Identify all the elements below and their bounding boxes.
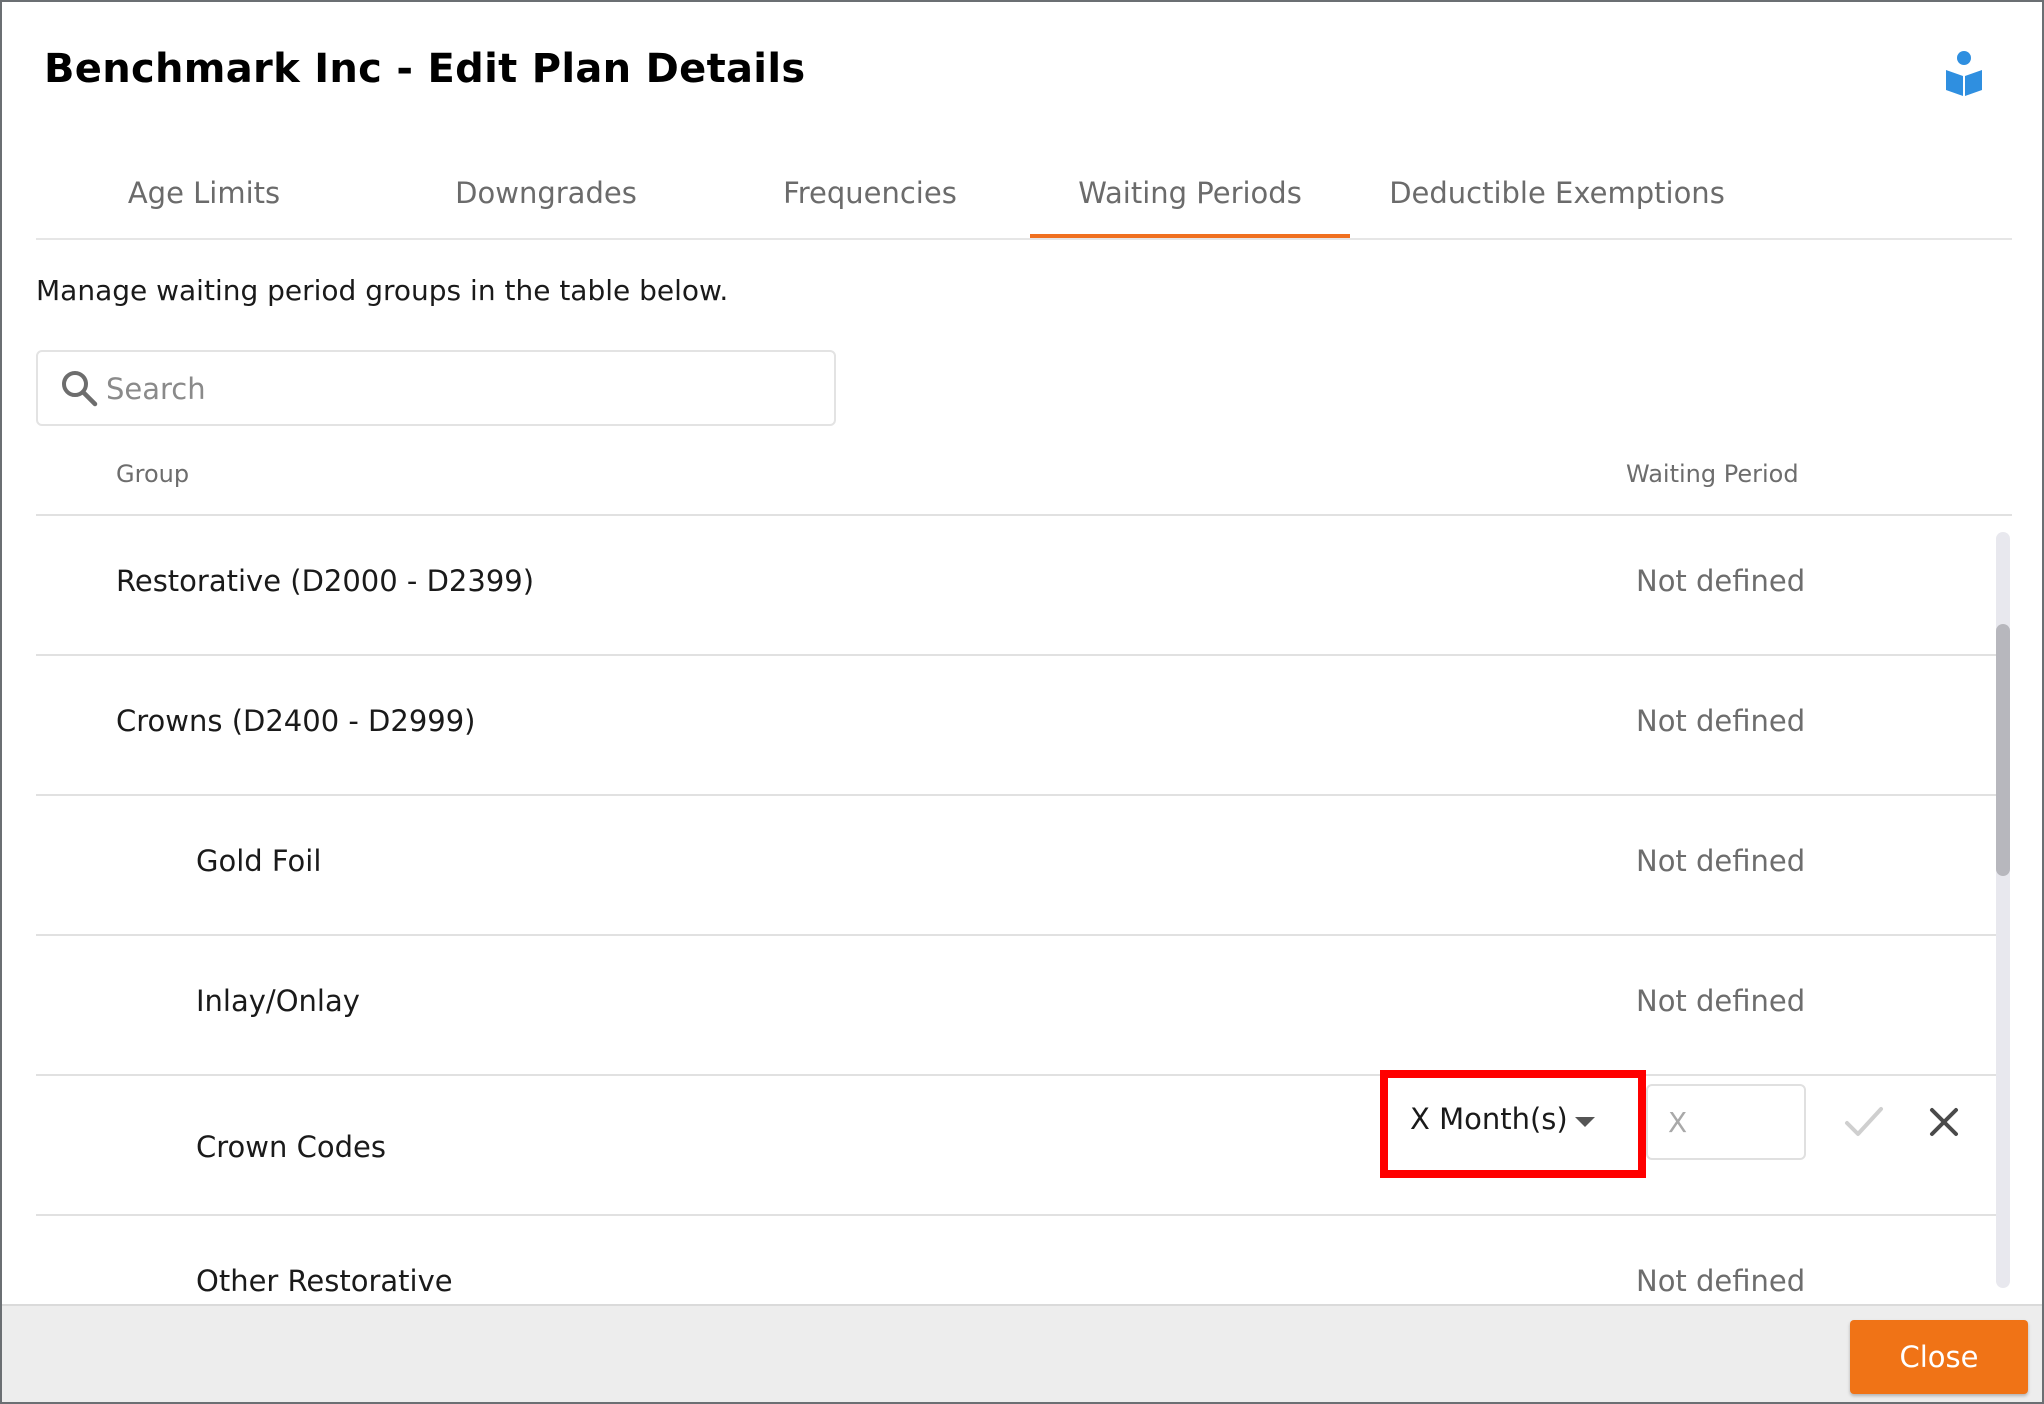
check-icon[interactable] — [1844, 1104, 1884, 1140]
table-row[interactable]: Crowns (D2400 - D2999) Not defined — [36, 656, 1996, 796]
tab-deductible-exemptions[interactable]: Deductible Exemptions — [1362, 152, 1752, 240]
tab-bar: Age Limits Downgrades Frequencies Waitin… — [36, 152, 2012, 240]
edit-plan-dialog: Benchmark Inc - Edit Plan Details Age Li… — [0, 0, 2044, 1404]
waiting-period-value[interactable]: Not defined — [1636, 704, 1805, 738]
waiting-period-unit-select[interactable]: X Month(s) — [1390, 1082, 1626, 1162]
close-icon[interactable] — [1924, 1102, 1964, 1142]
waiting-period-value[interactable]: Not defined — [1636, 1264, 1805, 1298]
table-row[interactable]: Other Restorative Not defined — [36, 1216, 1996, 1304]
table-header: Group Waiting Period — [36, 442, 2012, 516]
waiting-period-count-input[interactable] — [1646, 1084, 1806, 1160]
search-box — [36, 350, 836, 426]
dialog-title: Benchmark Inc - Edit Plan Details — [44, 46, 806, 92]
group-name: Gold Foil — [196, 844, 322, 878]
dialog-footer: Close — [2, 1304, 2042, 1402]
tab-downgrades[interactable]: Downgrades — [416, 152, 676, 240]
waiting-period-value[interactable]: Not defined — [1636, 844, 1805, 878]
table-row[interactable]: Restorative (D2000 - D2399) Not defined — [36, 516, 1996, 656]
caret-down-icon — [1575, 1117, 1595, 1127]
group-name: Crowns (D2400 - D2999) — [116, 704, 476, 738]
search-input[interactable] — [106, 364, 806, 414]
scrollbar-thumb[interactable] — [1996, 624, 2010, 876]
close-button[interactable]: Close — [1850, 1320, 2028, 1394]
table-scrollbar[interactable] — [1996, 532, 2010, 1288]
tab-frequencies[interactable]: Frequencies — [736, 152, 1004, 240]
book-reader-icon[interactable] — [1944, 50, 1984, 98]
table-row-editing[interactable]: Crown Codes X Month(s) — [36, 1070, 1996, 1216]
active-tab-indicator — [1030, 234, 1350, 238]
waiting-period-value[interactable]: Not defined — [1636, 564, 1805, 598]
table-row[interactable]: Inlay/Onlay Not defined — [36, 936, 1996, 1076]
column-header-waiting-period[interactable]: Waiting Period — [1626, 460, 1799, 488]
unit-select-value: X Month(s) — [1410, 1102, 1568, 1136]
tab-waiting-periods[interactable]: Waiting Periods — [1030, 152, 1350, 240]
column-header-group[interactable]: Group — [116, 460, 189, 488]
intro-text: Manage waiting period groups in the tabl… — [36, 274, 729, 307]
table-row[interactable]: Gold Foil Not defined — [36, 796, 1996, 936]
group-name: Other Restorative — [196, 1264, 453, 1298]
tab-age-limits[interactable]: Age Limits — [84, 152, 324, 240]
group-name: Crown Codes — [196, 1130, 386, 1164]
search-icon — [62, 371, 98, 407]
group-name: Inlay/Onlay — [196, 984, 360, 1018]
group-name: Restorative (D2000 - D2399) — [116, 564, 535, 598]
waiting-period-value[interactable]: Not defined — [1636, 984, 1805, 1018]
table-body: Restorative (D2000 - D2399) Not defined … — [36, 516, 1996, 1304]
